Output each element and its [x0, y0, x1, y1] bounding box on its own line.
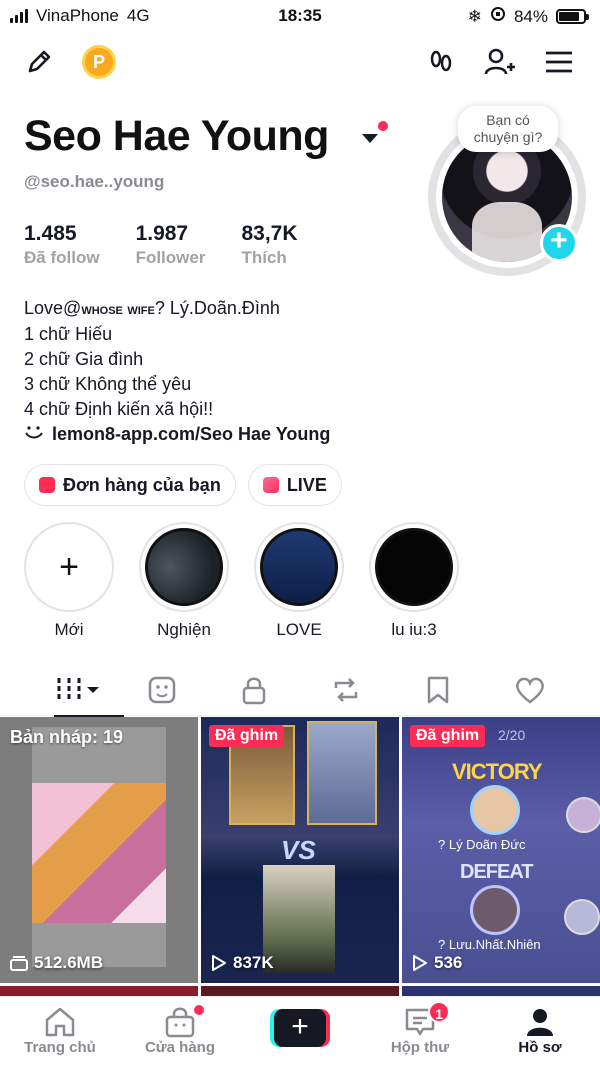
highlight-item[interactable]: Nghiện	[139, 522, 229, 640]
bookmark-icon	[427, 676, 449, 704]
bottom-navigation: Trang chủ Cửa hàng + 1 Hộp thư Hồ sơ	[0, 996, 600, 1067]
lock-icon	[242, 677, 266, 705]
heart-icon	[516, 677, 544, 704]
snowflake-icon: ❄	[467, 6, 482, 26]
pinned-badge: Đã ghim	[410, 725, 486, 747]
tile-count: 837K	[211, 953, 274, 973]
tab-reposts[interactable]	[296, 664, 396, 716]
profile-stats: 1.485 Đã follow 1.987 Follower 83,7K Thí…	[24, 222, 334, 268]
profile-person-icon	[527, 1009, 553, 1036]
sticker-icon	[148, 676, 176, 704]
profile-name[interactable]: Seo Hae Young	[24, 112, 329, 161]
profile-handle: @seo.hae..young	[24, 172, 165, 191]
story-highlights: + Mới Nghiện LOVE lu iu:3	[24, 522, 459, 640]
orientation-lock-icon	[490, 6, 506, 27]
tab-private[interactable]	[204, 664, 304, 716]
nav-inbox[interactable]: 1 Hộp thư	[360, 1001, 480, 1056]
video-tile-pinned[interactable]: VS Đã ghim 837K	[201, 717, 399, 983]
shop-bag-icon	[165, 1007, 195, 1038]
menu-hamburger-icon[interactable]	[540, 43, 578, 81]
repost-icon	[334, 678, 358, 702]
victory-label: VICTORY	[452, 759, 543, 784]
top-toolbar: P	[0, 40, 600, 86]
bio-line-4: 3 chữ Không thể yêu	[24, 374, 192, 394]
live-button[interactable]: LIVE	[247, 464, 342, 506]
play-icon	[413, 955, 427, 971]
nav-profile[interactable]: Hồ sơ	[480, 1005, 600, 1056]
video-grid: Bản nháp: 19 512.6MB VS Đã ghim 837K 2/2…	[0, 717, 600, 987]
highlight-item[interactable]: LOVE	[254, 522, 344, 640]
add-friend-icon[interactable]	[480, 43, 518, 81]
bio-line-3: 2 chữ Gia đình	[24, 349, 144, 369]
lemon8-icon	[24, 422, 44, 447]
account-switch-caret-icon[interactable]	[362, 134, 378, 143]
pinned-badge: Đã ghim	[209, 725, 285, 747]
plus-icon: +	[59, 547, 79, 586]
inbox-badge: 1	[428, 1001, 450, 1023]
drafts-stack-icon	[10, 956, 28, 971]
video-tile-draft[interactable]: Bản nháp: 19 512.6MB	[0, 717, 198, 983]
next-row-peek	[0, 986, 600, 996]
avatar-note-bubble[interactable]: Bạn có chuyện gì?	[458, 106, 558, 152]
video-tile-pinned[interactable]: 2/20 VICTORY ? Lý Doãn Đức DEFEAT ? Lưu.…	[402, 717, 600, 983]
bio-line-2: 1 chữ Hiếu	[24, 324, 113, 344]
footprints-icon[interactable]	[422, 43, 460, 81]
coin-points-icon[interactable]: P	[80, 43, 118, 81]
grid-icon	[57, 678, 99, 702]
battery-icon	[556, 9, 589, 24]
status-bar: VinaPhone 4G 18:35 ❄ 84%	[0, 0, 600, 34]
tile-count: 512.6MB	[10, 953, 103, 973]
edit-pencil-icon[interactable]	[20, 43, 58, 81]
nav-home[interactable]: Trang chủ	[0, 1005, 120, 1056]
highlight-item[interactable]: lu iu:3	[369, 522, 459, 640]
highlight-new[interactable]: + Mới	[24, 522, 114, 640]
create-button[interactable]: +	[270, 1009, 330, 1047]
profile-chips: Đơn hàng của bạn LIVE	[24, 464, 342, 506]
orders-button[interactable]: Đơn hàng của bạn	[24, 464, 236, 506]
shopping-bag-icon	[39, 477, 55, 493]
tab-reposts-sticker[interactable]	[112, 664, 212, 716]
stat-following[interactable]: 1.485 Đã follow	[24, 222, 100, 268]
bio-link[interactable]: lemon8-app.com/Seo Hae Young	[24, 422, 330, 447]
notification-dot	[378, 121, 388, 131]
live-icon	[262, 477, 279, 493]
home-icon	[45, 1007, 75, 1037]
nav-shop[interactable]: Cửa hàng	[120, 1005, 240, 1056]
tab-saved[interactable]	[388, 664, 488, 716]
shop-notification-dot	[194, 1005, 204, 1015]
content-tabs	[0, 664, 600, 717]
battery-percent: 84%	[513, 6, 548, 26]
tile-count: 536	[412, 953, 462, 973]
profile-bio: Love@whose wife? Lý.Doãn.Đình 1 chữ Hiếu…	[24, 296, 330, 447]
play-icon	[212, 955, 226, 971]
stat-likes[interactable]: 83,7K Thích	[241, 222, 297, 268]
tab-liked[interactable]	[480, 664, 580, 716]
stat-followers[interactable]: 1.987 Follower	[136, 222, 206, 268]
plus-icon: +	[274, 1009, 326, 1047]
bio-line-5: 4 chữ Định kiến xã hội!!	[24, 399, 214, 419]
add-story-plus-icon[interactable]: +	[540, 224, 578, 262]
bio-line-1: Love@whose wife? Lý.Doãn.Đình	[24, 298, 280, 318]
defeat-label: DEFEAT	[460, 861, 534, 883]
draft-label: Bản nháp: 19	[10, 727, 124, 747]
